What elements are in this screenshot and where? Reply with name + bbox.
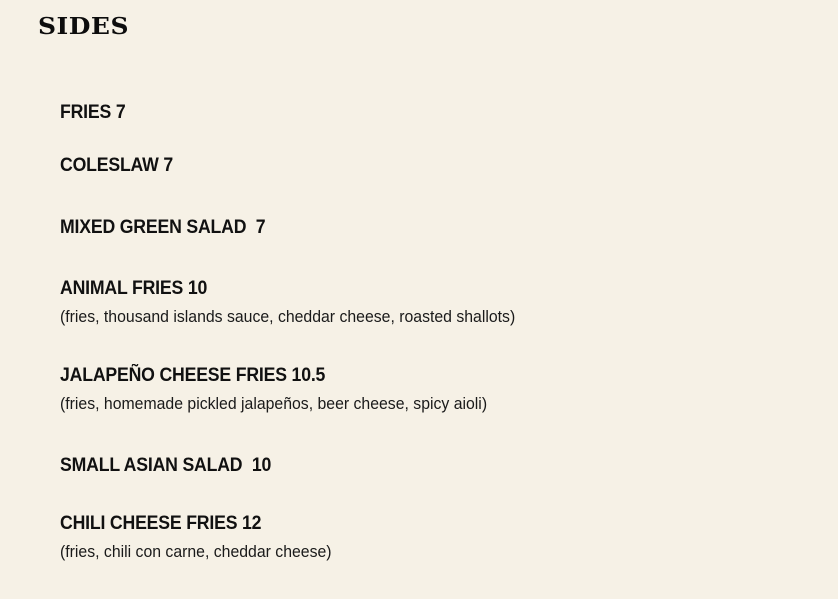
- item-name: CHILI CHEESE FRIES 12: [60, 513, 262, 534]
- menu-item-animal-fries: ANIMAL FRIES 10 (fries, thousand islands…: [60, 278, 550, 327]
- item-description: (fries, homemade pickled jalapeños, beer…: [60, 394, 488, 413]
- section-title: Sides: [38, 12, 130, 40]
- item-description: (fries, chili con carne, cheddar cheese): [60, 542, 332, 561]
- menu-item-mixed-green-salad: MIXED GREEN SALAD 7: [60, 217, 281, 239]
- menu-item-small-asian-salad: SMALL ASIAN SALAD 10: [60, 455, 287, 477]
- menu-item-chili-cheese-fries: CHILI CHEESE FRIES 12 (fries, chili con …: [60, 513, 352, 562]
- item-name: MIXED GREEN SALAD 7: [60, 217, 266, 238]
- menu-item-fries: FRIES 7: [60, 102, 130, 124]
- item-name: COLESLAW 7: [60, 155, 174, 176]
- menu-item-coleslaw: COLESLAW 7: [60, 155, 182, 177]
- menu-item-jalapeno-cheese-fries: JALAPEÑO CHEESE FRIES 10.5 (fries, homem…: [60, 365, 519, 414]
- item-name: FRIES 7: [60, 102, 126, 123]
- item-name: JALAPEÑO CHEESE FRIES 10.5: [60, 365, 326, 386]
- item-name: ANIMAL FRIES 10: [60, 278, 208, 299]
- item-description: (fries, thousand islands sauce, cheddar …: [60, 307, 516, 326]
- item-name: SMALL ASIAN SALAD 10: [60, 455, 272, 476]
